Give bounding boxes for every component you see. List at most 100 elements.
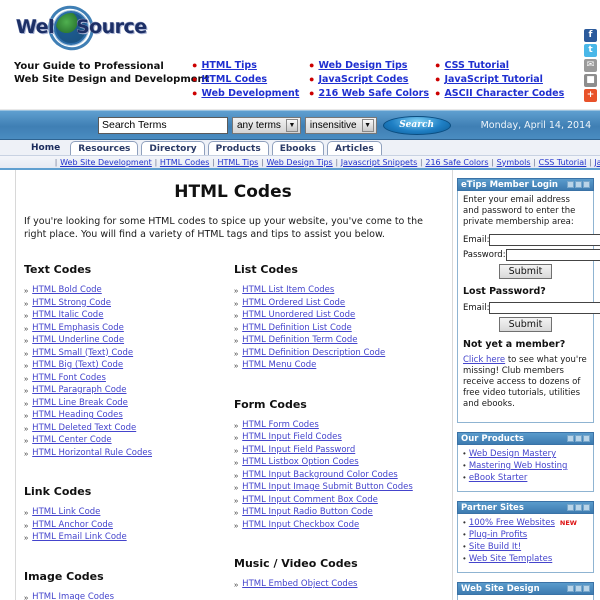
link-html-input-field-password[interactable]: HTML Input Field Password xyxy=(242,445,355,457)
link-html-definition-term-code[interactable]: HTML Definition Term Code xyxy=(242,335,357,347)
link-web-site-templates[interactable]: Web Site Templates xyxy=(469,554,552,565)
partner-list-item[interactable]: • Plug-in Profits xyxy=(463,530,588,541)
product-list-item[interactable]: • Web Design Mastery xyxy=(463,449,588,460)
subnav-216-safe-colors[interactable]: 216 Safe Colors xyxy=(425,158,488,167)
link-ebook-starter[interactable]: eBook Starter xyxy=(469,473,528,484)
rss-icon[interactable]: ■ xyxy=(584,74,597,87)
link-html-image-codes[interactable]: HTML Image Codes xyxy=(32,592,114,600)
list-item[interactable]: » HTML Definition Term Code xyxy=(234,335,430,347)
minimize-icon[interactable] xyxy=(567,181,574,188)
link-html-italic-code[interactable]: HTML Italic Code xyxy=(32,310,103,322)
tab-home[interactable]: Home xyxy=(24,141,67,155)
close-icon[interactable] xyxy=(583,585,590,592)
partner-list-item[interactable]: • 100% Free Websites NEW xyxy=(463,518,588,529)
list-item[interactable]: » HTML Strong Code xyxy=(24,298,220,310)
close-icon[interactable] xyxy=(583,435,590,442)
link-html-ordered-list-code[interactable]: HTML Ordered List Code xyxy=(242,298,345,310)
link-html-underline-code[interactable]: HTML Underline Code xyxy=(32,335,124,347)
minimize-icon[interactable] xyxy=(567,504,574,511)
list-item[interactable]: » HTML Input Radio Button Code xyxy=(234,507,430,519)
list-item[interactable]: » HTML Menu Code xyxy=(234,360,430,372)
header-link-javascript-codes[interactable]: JavaScript Codes xyxy=(318,73,408,86)
list-item[interactable]: » HTML Emphasis Code xyxy=(24,323,220,335)
list-item[interactable]: » HTML Heading Codes xyxy=(24,410,220,422)
minimize-icon[interactable] xyxy=(567,585,574,592)
list-item[interactable]: » HTML Input Background Color Codes xyxy=(234,470,430,482)
link-site-build-it[interactable]: Site Build It! xyxy=(469,542,521,553)
header-link-item[interactable]: ● Web Design Tips xyxy=(309,59,435,72)
link-mastering-web-hosting[interactable]: Mastering Web Hosting xyxy=(469,461,568,472)
link-html-input-background-color-codes[interactable]: HTML Input Background Color Codes xyxy=(242,470,398,482)
link-html-anchor-code[interactable]: HTML Anchor Code xyxy=(32,520,113,532)
twitter-icon[interactable]: t xyxy=(584,44,597,57)
link-html-bold-code[interactable]: HTML Bold Code xyxy=(32,285,102,297)
link-html-input-checkbox-code[interactable]: HTML Input Checkbox Code xyxy=(242,520,359,532)
link-html-input-radio-button-code[interactable]: HTML Input Radio Button Code xyxy=(242,507,373,519)
link-html-link-code[interactable]: HTML Link Code xyxy=(32,507,100,519)
subnav-javascript-snippets[interactable]: Javascript Snippets xyxy=(341,158,418,167)
list-item[interactable]: » HTML Bold Code xyxy=(24,285,220,297)
subnav-symbols[interactable]: Symbols xyxy=(497,158,531,167)
link-html-listbox-option-codes[interactable]: HTML Listbox Option Codes xyxy=(242,457,359,469)
match-type-select[interactable]: any terms ▼ xyxy=(232,116,301,134)
list-item[interactable]: » HTML Input Comment Box Code xyxy=(234,495,430,507)
close-icon[interactable] xyxy=(583,181,590,188)
header-link-html-tips[interactable]: HTML Tips xyxy=(201,59,256,72)
header-link-item[interactable]: ● ASCII Character Codes xyxy=(435,87,564,100)
link-html-input-comment-box-code[interactable]: HTML Input Comment Box Code xyxy=(242,495,378,507)
link-html-small-text-code[interactable]: HTML Small (Text) Code xyxy=(32,348,133,360)
maximize-icon[interactable] xyxy=(575,504,582,511)
list-item[interactable]: » HTML Input Field Password xyxy=(234,445,430,457)
product-list-item[interactable]: • eBook Starter xyxy=(463,473,588,484)
list-item[interactable]: » HTML Font Codes xyxy=(24,373,220,385)
minimize-icon[interactable] xyxy=(567,435,574,442)
email-field[interactable] xyxy=(489,234,600,246)
subnav-html-codes[interactable]: HTML Codes xyxy=(160,158,209,167)
list-item[interactable]: » HTML Unordered List Code xyxy=(234,310,430,322)
panel-window-buttons[interactable] xyxy=(567,585,590,592)
list-item[interactable]: » HTML Anchor Code xyxy=(24,520,220,532)
link-html-input-field-codes[interactable]: HTML Input Field Codes xyxy=(242,432,342,444)
link-html-horizontal-rule-codes[interactable]: HTML Horizontal Rule Codes xyxy=(32,448,152,460)
header-link-216-web-safe-colors[interactable]: 216 Web Safe Colors xyxy=(318,87,429,100)
list-item[interactable]: » HTML Email Link Code xyxy=(24,532,220,544)
link-html-menu-code[interactable]: HTML Menu Code xyxy=(242,360,316,372)
list-item[interactable]: » HTML Ordered List Code xyxy=(234,298,430,310)
maximize-icon[interactable] xyxy=(575,435,582,442)
panel-window-buttons[interactable] xyxy=(567,504,590,511)
link-web-design-mastery[interactable]: Web Design Mastery xyxy=(469,449,556,460)
header-link-javascript-tutorial[interactable]: JavaScript Tutorial xyxy=(444,73,543,86)
list-item[interactable]: » HTML Small (Text) Code xyxy=(24,348,220,360)
tab-ebooks[interactable]: Ebooks xyxy=(271,141,325,155)
subnav-web-design-tips[interactable]: Web Design Tips xyxy=(266,158,332,167)
list-item[interactable]: » HTML Underline Code xyxy=(24,335,220,347)
maximize-icon[interactable] xyxy=(575,181,582,188)
link-html-strong-code[interactable]: HTML Strong Code xyxy=(32,298,111,310)
share-icon[interactable]: + xyxy=(584,89,597,102)
close-icon[interactable] xyxy=(583,504,590,511)
link-html-paragraph-code[interactable]: HTML Paragraph Code xyxy=(32,385,126,397)
link-html-deleted-text-code[interactable]: HTML Deleted Text Code xyxy=(32,423,136,435)
header-link-ascii-character-codes[interactable]: ASCII Character Codes xyxy=(444,87,564,100)
search-input[interactable] xyxy=(98,116,228,134)
link-html-big-text-code[interactable]: HTML Big (Text) Code xyxy=(32,360,123,372)
list-item[interactable]: » HTML Definition Description Code xyxy=(234,348,430,360)
subnav-html-tips[interactable]: HTML Tips xyxy=(217,158,258,167)
list-item[interactable]: » HTML Embed Object Codes xyxy=(234,579,430,591)
header-link-item[interactable]: ● JavaScript Tutorial xyxy=(435,73,561,86)
link-html-input-image-submit-button-codes[interactable]: HTML Input Image Submit Button Codes xyxy=(242,482,413,494)
site-logo[interactable]: Web Source xyxy=(14,0,154,59)
panel-window-buttons[interactable] xyxy=(567,435,590,442)
link-100-free-websites[interactable]: 100% Free Websites xyxy=(469,518,555,529)
password-field[interactable] xyxy=(505,249,600,261)
tab-products[interactable]: Products xyxy=(207,141,269,155)
header-link-web-design-tips[interactable]: Web Design Tips xyxy=(318,59,407,72)
link-html-list-item-codes[interactable]: HTML List Item Codes xyxy=(242,285,334,297)
list-item[interactable]: » HTML Input Checkbox Code xyxy=(234,520,430,532)
email-icon[interactable]: ✉ xyxy=(584,59,597,72)
link-html-emphasis-code[interactable]: HTML Emphasis Code xyxy=(32,323,124,335)
tab-resources[interactable]: Resources xyxy=(70,141,139,155)
header-link-item[interactable]: ● CSS Tutorial xyxy=(435,59,561,72)
tab-directory[interactable]: Directory xyxy=(141,141,205,155)
link-html-heading-codes[interactable]: HTML Heading Codes xyxy=(32,410,123,422)
